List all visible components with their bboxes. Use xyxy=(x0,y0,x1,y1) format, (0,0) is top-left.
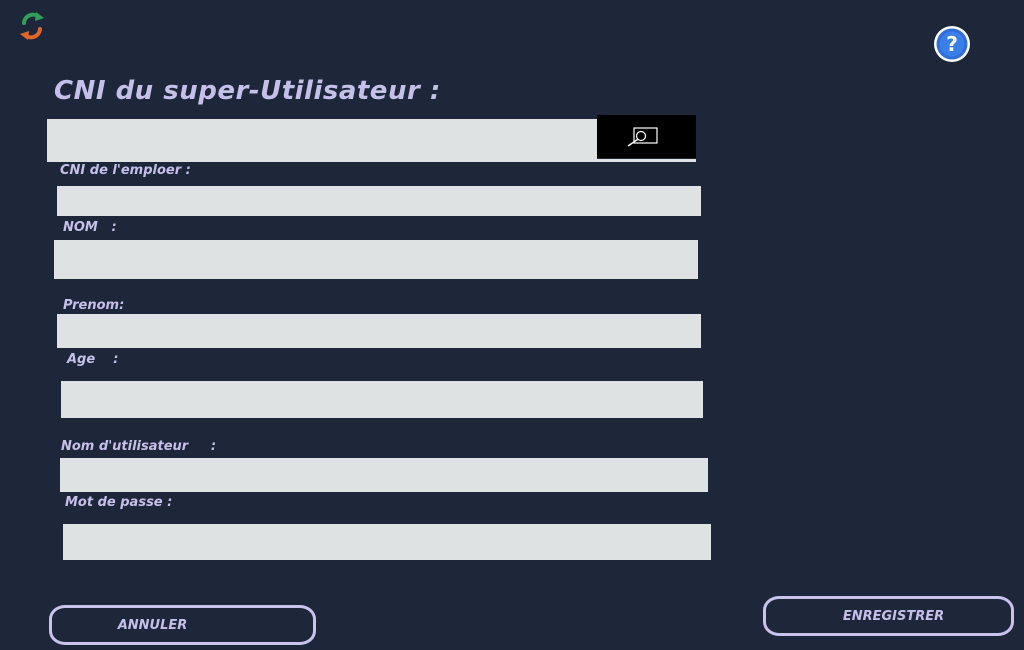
age-field[interactable] xyxy=(61,381,703,418)
save-button[interactable]: ENREGISTRER xyxy=(763,596,1014,636)
prenom-label: Prenom: xyxy=(63,298,125,313)
refresh-icon[interactable] xyxy=(18,10,46,42)
cni-field[interactable] xyxy=(57,186,701,216)
username-field[interactable] xyxy=(60,458,708,492)
nom-label: NOM : xyxy=(63,220,117,235)
prenom-field[interactable] xyxy=(57,314,701,348)
search-button[interactable] xyxy=(597,115,696,158)
cni-label: CNI de l'emploer : xyxy=(60,163,191,178)
cancel-button[interactable]: ANNULER xyxy=(49,605,316,645)
super-user-form-window: ? CNI du super-Utilisateur : CNI de l'em… xyxy=(0,0,1024,650)
search-input[interactable] xyxy=(47,119,597,159)
page-title: CNI du super-Utilisateur : xyxy=(54,76,441,106)
help-icon[interactable]: ? xyxy=(932,24,972,64)
search-underline xyxy=(47,159,696,162)
username-label: Nom d'utilisateur : xyxy=(61,439,217,454)
svg-text:?: ? xyxy=(946,32,958,56)
search-icon xyxy=(627,127,658,147)
password-label: Mot de passe : xyxy=(65,495,173,510)
age-label: Age : xyxy=(67,352,119,367)
password-field[interactable] xyxy=(63,524,711,560)
nom-field[interactable] xyxy=(54,240,698,279)
